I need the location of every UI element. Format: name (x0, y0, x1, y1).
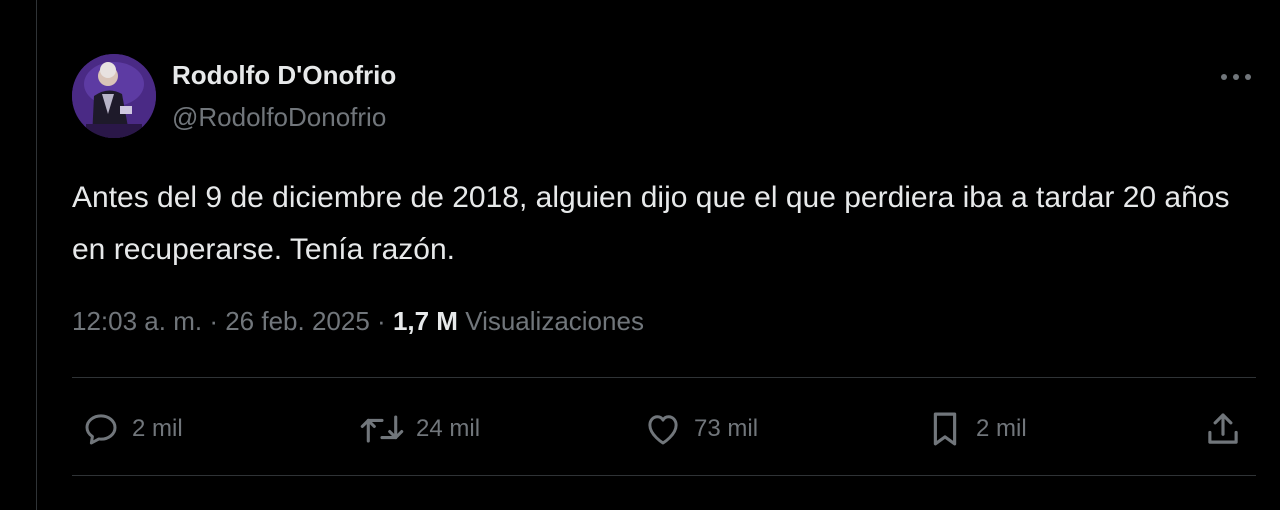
author-handle[interactable]: @RodolfoDonofrio (172, 102, 386, 133)
reply-icon (85, 414, 117, 445)
divider-top (72, 377, 1256, 378)
action-bar: 2 mil 24 mil 73 mil 2 mil (72, 400, 1256, 460)
like-button[interactable]: 73 mil (642, 408, 758, 450)
meta-separator-2: · (377, 306, 386, 336)
bookmark-button[interactable]: 2 mil (924, 408, 1027, 450)
tweet-card: Rodolfo D'Onofrio @RodolfoDonofrio Antes… (72, 0, 1256, 510)
repost-icon (360, 415, 404, 443)
heart-icon (648, 415, 678, 445)
meta-separator: · (209, 306, 218, 336)
views-label: Visualizaciones (465, 306, 644, 336)
bookmark-icon (933, 412, 957, 446)
divider-bottom (72, 475, 1256, 476)
reply-button[interactable]: 2 mil (80, 408, 183, 450)
reply-count: 2 mil (132, 415, 183, 442)
tweet-text: Antes del 9 de diciembre de 2018, alguie… (72, 181, 1230, 266)
tweet-time[interactable]: 12:03 a. m. (72, 306, 202, 336)
bookmark-count: 2 mil (976, 415, 1027, 442)
more-horizontal-icon (1221, 74, 1251, 80)
share-button[interactable] (1202, 408, 1244, 450)
tweet-date[interactable]: 26 feb. 2025 (225, 306, 370, 336)
repost-count: 24 mil (416, 415, 481, 442)
like-count: 73 mil (694, 415, 759, 442)
repost-button[interactable]: 24 mil (358, 408, 480, 450)
avatar-photo (72, 54, 156, 138)
author-name[interactable]: Rodolfo D'Onofrio (172, 60, 396, 91)
share-icon (1208, 413, 1238, 444)
more-options-button[interactable] (1216, 62, 1256, 92)
timeline-left-border (36, 0, 37, 510)
views-count[interactable]: 1,7 M (393, 306, 458, 336)
tweet-meta: 12:03 a. m. · 26 feb. 2025 · 1,7 M Visua… (72, 306, 644, 337)
avatar[interactable] (72, 54, 156, 138)
